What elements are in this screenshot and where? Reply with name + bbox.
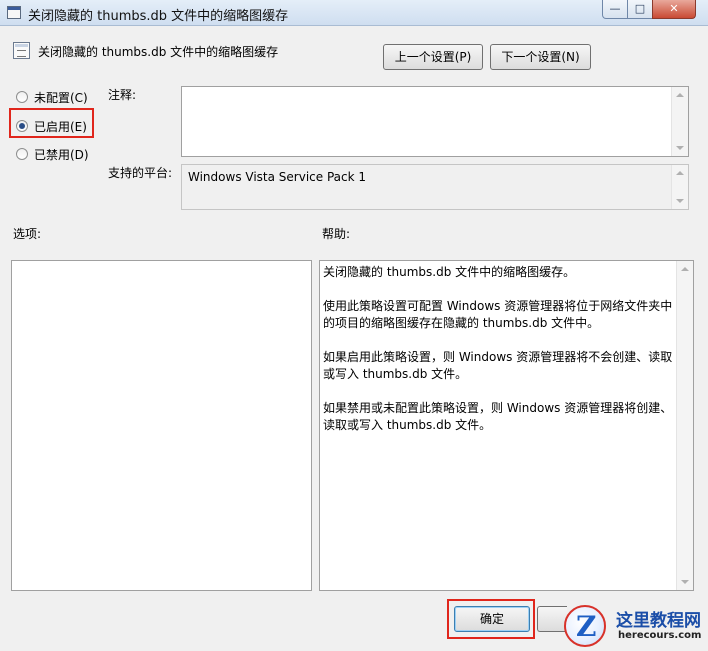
- close-icon: ✕: [669, 2, 679, 15]
- highlight-box-enabled: [9, 108, 94, 138]
- policy-setting-dialog: 关闭隐藏的 thumbs.db 文件中的缩略图缓存 — □ ✕ 关闭隐藏的 th…: [0, 0, 708, 651]
- radio-not-configured[interactable]: 未配置(C): [16, 88, 96, 108]
- site-name: 这里教程网: [616, 611, 701, 631]
- setting-icon: [13, 42, 30, 59]
- next-setting-button[interactable]: 下一个设置(N): [490, 44, 591, 70]
- highlight-box-ok: [447, 599, 535, 639]
- options-pane[interactable]: [11, 260, 312, 591]
- radio-label: 未配置(C): [34, 91, 88, 105]
- scroll-down-icon[interactable]: [681, 580, 689, 584]
- watermark: Z 这里教程网 herecours.com: [560, 603, 708, 651]
- site-url: herecours.com: [618, 630, 702, 641]
- comment-label: 注释:: [108, 88, 137, 102]
- help-paragraph: 关闭隐藏的 thumbs.db 文件中的缩略图缓存。: [323, 265, 576, 279]
- scroll-up-icon[interactable]: [676, 171, 684, 175]
- radio-circle: [16, 91, 28, 103]
- site-logo-icon: Z: [564, 605, 606, 647]
- previous-setting-button[interactable]: 上一个设置(P): [383, 44, 483, 70]
- platform-value: Windows Vista Service Pack 1: [188, 170, 366, 184]
- platform-label: 支持的平台:: [108, 166, 173, 180]
- policy-icon: [7, 6, 21, 19]
- help-paragraph: 如果启用此策略设置，则 Windows 资源管理器将不会创建、读取或写入 thu…: [323, 350, 673, 381]
- maximize-button[interactable]: □: [627, 0, 653, 19]
- window-title: 关闭隐藏的 thumbs.db 文件中的缩略图缓存: [28, 9, 289, 24]
- help-pane[interactable]: 关闭隐藏的 thumbs.db 文件中的缩略图缓存。 使用此策略设置可配置 Wi…: [319, 260, 694, 591]
- minimize-button[interactable]: —: [602, 0, 628, 19]
- scroll-up-icon[interactable]: [676, 93, 684, 97]
- scroll-down-icon[interactable]: [676, 199, 684, 203]
- options-label: 选项:: [13, 227, 42, 241]
- scroll-down-icon[interactable]: [676, 146, 684, 150]
- help-paragraph: 使用此策略设置可配置 Windows 资源管理器将位于网络文件夹中的项目的缩略图…: [323, 299, 673, 330]
- radio-disabled[interactable]: 已禁用(D): [16, 145, 96, 165]
- comment-scrollbar[interactable]: [671, 87, 688, 156]
- radio-label: 已禁用(D): [34, 148, 89, 162]
- setting-name: 关闭隐藏的 thumbs.db 文件中的缩略图缓存: [38, 45, 279, 59]
- help-scrollbar[interactable]: [676, 261, 693, 590]
- close-button[interactable]: ✕: [652, 0, 696, 19]
- help-text: 关闭隐藏的 thumbs.db 文件中的缩略图缓存。 使用此策略设置可配置 Wi…: [323, 264, 673, 451]
- radio-circle: [16, 148, 28, 160]
- maximize-icon: □: [634, 2, 646, 15]
- minimize-icon: —: [609, 2, 621, 15]
- help-label: 帮助:: [322, 227, 351, 241]
- help-paragraph: 如果禁用或未配置此策略设置，则 Windows 资源管理器将创建、读取或写入 t…: [323, 401, 673, 432]
- scroll-up-icon[interactable]: [681, 267, 689, 271]
- title-bar[interactable]: 关闭隐藏的 thumbs.db 文件中的缩略图缓存 — □ ✕: [0, 0, 708, 26]
- comment-textarea[interactable]: [181, 86, 689, 157]
- logo-letter: Z: [576, 610, 597, 643]
- platform-scrollbar[interactable]: [671, 165, 688, 209]
- platform-field: Windows Vista Service Pack 1: [181, 164, 689, 210]
